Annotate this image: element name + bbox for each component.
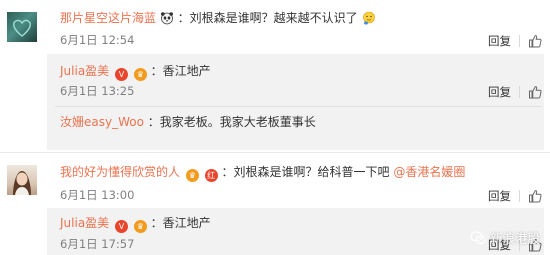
vip-badge-icon: V — [115, 68, 128, 81]
avatar[interactable] — [7, 12, 37, 42]
panda-emoji-icon — [160, 12, 173, 25]
comment-time: 6月1日 13:00 — [60, 188, 135, 202]
wechat-icon — [470, 230, 486, 244]
comment-actions: 回复 — [488, 188, 542, 204]
crown-badge-icon: ♛ — [133, 68, 147, 81]
thumbs-up-icon[interactable] — [528, 189, 542, 203]
avatar[interactable] — [7, 165, 37, 195]
reply-divider — [55, 106, 542, 107]
comment-line: 我的好为懂得欣赏的人 ♛ 红 ：刘根森是谁啊？给科普一下吧 @香港名媛圈 — [60, 164, 465, 182]
divider — [519, 86, 520, 98]
thinking-emoji-icon — [362, 11, 375, 25]
comment-username[interactable]: 那片星空这片海蓝 — [60, 11, 156, 25]
avatar-heart-image — [13, 19, 31, 37]
crown-badge-icon: ♛ — [133, 220, 147, 233]
divider — [519, 190, 520, 202]
reply-username[interactable]: Julia盈美 — [60, 216, 109, 230]
reply-button[interactable]: 回复 — [488, 188, 511, 204]
reply-actions: 回复 — [488, 84, 542, 100]
reply-line: Julia盈美 V ♛ ：香江地产 — [60, 215, 211, 233]
vip-badge-icon: V — [115, 220, 128, 233]
reply-username[interactable]: 汝姗easy_Woo — [60, 115, 144, 129]
thumbs-up-icon[interactable] — [528, 85, 542, 99]
reply-username[interactable]: Julia盈美 — [60, 64, 109, 78]
comment-text: ：刘根森是谁啊？越来越不认识了 — [177, 11, 358, 25]
divider — [519, 35, 520, 47]
reply-text: ：香江地产 — [150, 64, 211, 78]
comment-username[interactable]: 我的好为懂得欣赏的人 — [60, 165, 180, 179]
comment-text: ：刘根森是谁啊？给科普一下吧 — [221, 165, 390, 179]
reply-text: ：香江地产 — [150, 216, 211, 230]
reply-time: 6月1日 13:25 — [60, 84, 135, 98]
reply-text: ：我家老板。我家大老板董事长 — [147, 115, 316, 129]
watermark-text: 新浪港股 — [489, 231, 540, 246]
comment-divider — [0, 152, 550, 153]
crown-badge-icon: ♛ — [185, 169, 199, 182]
reply-time: 6月1日 17:57 — [60, 237, 135, 251]
reply-button[interactable]: 回复 — [488, 84, 511, 100]
comment-actions: 回复 — [488, 33, 542, 49]
thumbs-up-icon[interactable] — [528, 34, 542, 48]
reply-line: 汝姗easy_Woo ：我家老板。我家大老板董事长 — [60, 114, 316, 130]
comment-line: 那片星空这片海蓝 ：刘根森是谁啊？越来越不认识了 — [60, 10, 376, 26]
avatar-portrait-image — [13, 171, 31, 195]
watermark: 新浪港股 — [470, 228, 540, 247]
red-badge: 红 — [204, 169, 218, 182]
reply-line: Julia盈美 V ♛ ：香江地产 — [60, 63, 211, 81]
comment-time: 6月1日 12:54 — [60, 33, 135, 47]
reply-button[interactable]: 回复 — [488, 33, 511, 49]
mention-link[interactable]: @香港名媛圈 — [393, 165, 465, 179]
